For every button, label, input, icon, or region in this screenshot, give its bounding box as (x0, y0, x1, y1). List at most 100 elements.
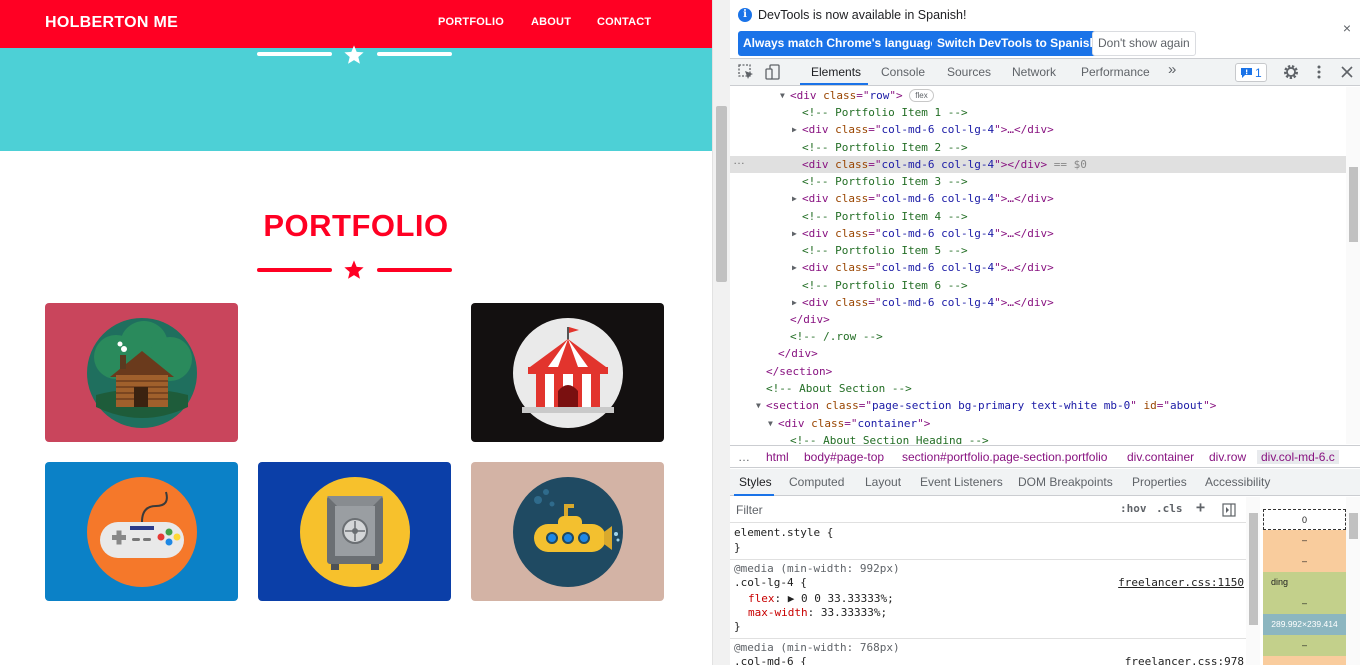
hover-state-toggle[interactable]: :hov (1120, 502, 1147, 515)
tab-computed[interactable]: Computed (789, 475, 844, 489)
close-devtools-icon[interactable] (1338, 63, 1356, 81)
tab-elements[interactable]: Elements (811, 65, 861, 79)
dom-comment-line[interactable]: <!-- /.row --> (730, 328, 1346, 345)
node-actions-ellipsis[interactable]: … (733, 152, 745, 169)
gear-icon[interactable] (1282, 63, 1300, 81)
breadcrumb-div-col[interactable]: div.col-md-6.c (1257, 450, 1339, 464)
issues-button[interactable]: 1 (1235, 63, 1267, 82)
dom-node-line[interactable]: ▶ <div class="col-md-6 col-lg-4">…</div> (730, 190, 1346, 207)
breadcrumb-body[interactable]: body#page-top (804, 450, 884, 464)
tab-sources[interactable]: Sources (947, 65, 991, 79)
dom-token: id (1143, 399, 1157, 412)
dom-node-line[interactable]: ▼ <section class="page-section bg-primary… (730, 397, 1346, 414)
collapse-triangle-icon[interactable]: ▼ (780, 87, 785, 104)
dom-node-line[interactable]: <div class="col-md-6 col-lg-4"></div> ==… (730, 153, 1346, 173)
expand-triangle-icon[interactable]: ▶ (792, 190, 797, 207)
selector-col-lg-4[interactable]: .col-lg-4 { (734, 576, 807, 590)
portfolio-item-game[interactable] (45, 462, 238, 601)
dom-comment-line[interactable]: <!-- Portfolio Item 5 --> (730, 242, 1346, 259)
selector-col-md-6[interactable]: .col-md-6 { (734, 655, 807, 665)
elements-scrollbar-thumb[interactable] (1349, 167, 1358, 242)
dom-node-line[interactable]: </div> (730, 345, 1346, 362)
kebab-menu-icon[interactable] (1310, 63, 1328, 81)
box-model-scrollbar[interactable] (1346, 497, 1360, 665)
portfolio-item-circus[interactable] (471, 303, 664, 442)
tab-console[interactable]: Console (881, 65, 925, 79)
expand-triangle-icon[interactable]: ▶ (792, 225, 797, 242)
dom-token: <section (766, 399, 826, 412)
dom-token: class (823, 89, 857, 102)
dom-node-line[interactable]: ▶ <div class="col-md-6 col-lg-4">…</div> (730, 294, 1346, 311)
device-toolbar-icon[interactable] (764, 63, 782, 81)
dom-comment-line[interactable]: <!-- Portfolio Item 3 --> (730, 173, 1346, 190)
expand-triangle-icon[interactable]: ▶ (792, 294, 797, 311)
elements-scrollbar[interactable] (1346, 87, 1360, 444)
dom-comment-line[interactable]: <!-- Portfolio Item 6 --> (730, 277, 1346, 294)
devtools-panel: i DevTools is now available in Spanish! … (730, 0, 1360, 665)
new-style-rule-button[interactable]: + (1196, 498, 1205, 516)
styles-scrollbar-thumb[interactable] (1249, 513, 1258, 625)
breadcrumb-div-row[interactable]: div.row (1209, 450, 1246, 464)
nav-link-about[interactable]: ABOUT (531, 16, 571, 28)
dom-comment-line[interactable]: <!-- About Section Heading --> (730, 432, 1346, 444)
close-icon[interactable]: × (1343, 20, 1351, 36)
dom-token: =" (844, 417, 858, 430)
tab-network[interactable]: Network (1012, 65, 1056, 79)
site-brand[interactable]: HOLBERTON ME (45, 14, 178, 32)
dom-comment-line[interactable]: <!-- Portfolio Item 4 --> (730, 208, 1346, 225)
portfolio-item-safe[interactable] (258, 462, 451, 601)
class-toggle[interactable]: .cls (1156, 502, 1183, 515)
dom-node-line[interactable]: ▼ <div class="row"> flex (730, 87, 1346, 104)
tab-dom-breakpoints[interactable]: DOM Breakpoints (1018, 475, 1113, 489)
tab-properties[interactable]: Properties (1132, 475, 1187, 489)
styles-scrollbar[interactable] (1246, 497, 1260, 665)
tab-event-listeners[interactable]: Event Listeners (920, 475, 1003, 489)
nav-link-portfolio[interactable]: PORTFOLIO (438, 16, 504, 28)
dom-node-line[interactable]: ▼ <div class="container"> (730, 415, 1346, 432)
box-model-content-size: 289.992×239.414 (1263, 614, 1346, 635)
source-link-freelancer-1150[interactable]: freelancer.css:1150 (1118, 576, 1244, 590)
dom-comment-line[interactable]: <!-- Portfolio Item 1 --> (730, 104, 1346, 121)
styles-filter-input[interactable] (732, 500, 1110, 520)
style-declaration-max-width[interactable]: max-width: 33.33333%; (748, 606, 887, 620)
more-tabs-button[interactable]: » (1168, 61, 1176, 78)
source-link-freelancer-978[interactable]: freelancer.css:978 (1125, 655, 1244, 665)
expand-triangle-icon[interactable]: ▶ (792, 121, 797, 138)
portfolio-item-submarine[interactable] (471, 462, 664, 601)
switch-to-spanish-button[interactable]: Switch DevTools to Spanish (932, 31, 1102, 56)
dom-comment-line[interactable]: <!-- Portfolio Item 2 --> (730, 139, 1346, 156)
dom-token: =" (868, 227, 882, 240)
dom-token: <div (802, 296, 836, 309)
portfolio-item-cabin[interactable] (45, 303, 238, 442)
dont-show-again-button[interactable]: Don't show again (1092, 31, 1196, 56)
dom-token: class (825, 399, 859, 412)
nav-link-contact[interactable]: CONTACT (597, 16, 651, 28)
dom-node-line[interactable]: </div> (730, 311, 1346, 328)
dom-node-line[interactable]: ▶ <div class="col-md-6 col-lg-4">…</div> (730, 121, 1346, 138)
toggle-sidebar-icon[interactable] (1222, 503, 1236, 517)
tab-styles[interactable]: Styles (739, 475, 772, 489)
breadcrumb-div-container[interactable]: div.container (1127, 450, 1194, 464)
style-declaration-flex[interactable]: flex: ▶ 0 0 33.33333%; (748, 592, 894, 606)
page-scrollbar-thumb[interactable] (716, 106, 727, 282)
inspect-element-icon[interactable] (737, 63, 755, 81)
collapse-triangle-icon[interactable]: ▼ (768, 415, 773, 432)
always-match-language-button[interactable]: Always match Chrome's language (738, 31, 943, 56)
dom-node-line[interactable]: ▶ <div class="col-md-6 col-lg-4">…</div> (730, 225, 1346, 242)
breadcrumb-html[interactable]: html (766, 450, 789, 464)
dom-node-line[interactable]: ▶ <div class="col-md-6 col-lg-4">…</div> (730, 259, 1346, 276)
page-scrollbar[interactable] (712, 0, 730, 665)
box-model-scrollbar-thumb[interactable] (1349, 513, 1358, 539)
tab-layout[interactable]: Layout (865, 475, 901, 489)
breadcrumb-section-portfolio[interactable]: section#portfolio.page-section.portfolio (902, 450, 1107, 464)
flex-badge[interactable]: flex (909, 89, 934, 102)
dom-node-line[interactable]: </section> (730, 363, 1346, 380)
expand-triangle-icon[interactable]: ▶ (792, 259, 797, 276)
tab-accessibility[interactable]: Accessibility (1205, 475, 1270, 489)
dom-line-text: <!-- Portfolio Item 2 --> (802, 139, 968, 156)
element-style-selector[interactable]: element.style { (734, 526, 833, 540)
collapse-triangle-icon[interactable]: ▼ (756, 397, 761, 414)
breadcrumb-more[interactable]: … (738, 450, 750, 464)
dom-comment-line[interactable]: <!-- About Section --> (730, 380, 1346, 397)
tab-performance[interactable]: Performance (1081, 65, 1150, 79)
